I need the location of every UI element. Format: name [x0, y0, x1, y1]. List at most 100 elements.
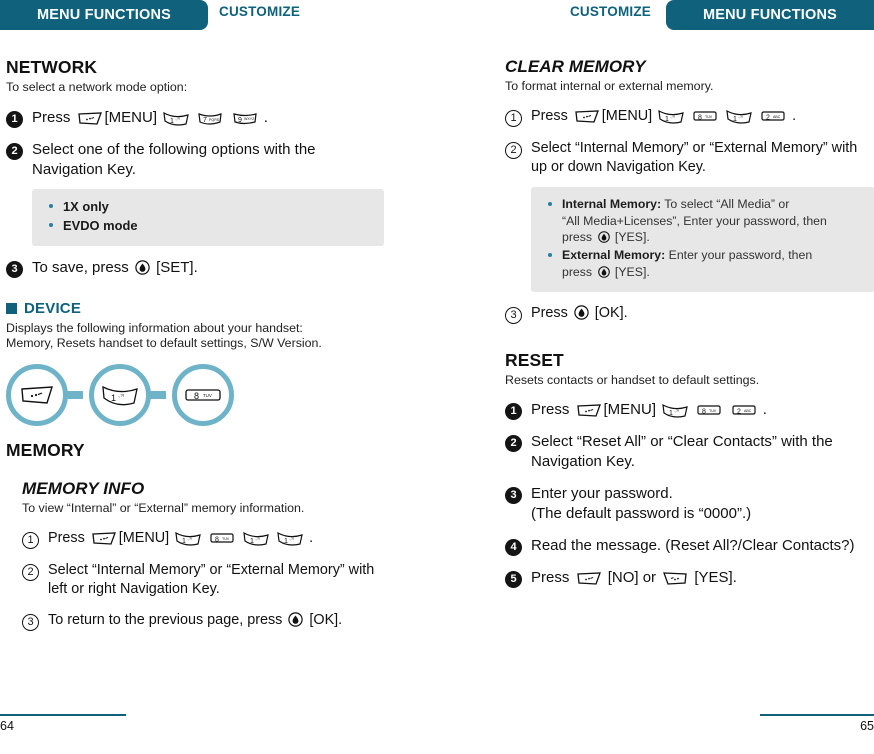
svg-text:2: 2	[766, 114, 770, 121]
press-label: Press	[48, 530, 85, 547]
ok-key-icon	[288, 612, 304, 627]
menu-key-icon	[19, 385, 55, 405]
step-text: Select “Internal Memory” or “External Me…	[531, 139, 858, 175]
key-1-icon: 1.,?!	[101, 384, 139, 406]
section-clear-memory: CLEAR MEMORY To format internal or exter…	[505, 57, 874, 324]
svg-text:.,?!: .,?!	[738, 115, 743, 119]
diagram-circle-menu	[6, 364, 68, 427]
menu-label: [MENU]	[603, 401, 657, 419]
svg-text:.,?!: .,?!	[187, 537, 192, 541]
step-number: 3	[6, 260, 23, 278]
press-label: Press	[531, 401, 570, 419]
reset-step-5: 5 Press [NO] or [YES].	[505, 568, 874, 588]
press-label: Press	[531, 107, 568, 124]
page-number: 65	[860, 718, 874, 733]
section-memory-info: MEMORY INFO To view “Internal” or “Exter…	[22, 479, 406, 632]
svg-text:PQRS: PQRS	[209, 118, 220, 122]
return-label: To return to the previous page, press	[48, 612, 283, 629]
svg-text:8: 8	[702, 409, 706, 416]
key-1-icon: 1.,?!	[277, 531, 303, 546]
press-label: Press	[32, 108, 71, 126]
step-text: Select “Internal Memory” or “External Me…	[48, 562, 375, 598]
step-line-1: Enter your password.	[531, 484, 673, 502]
clear-memory-step-2: 2 Select “Internal Memory” or “External …	[505, 139, 874, 177]
key-2-icon: 2 ABC	[760, 109, 786, 124]
note-item-internal: Internal Memory: To select “All Media” o…	[545, 196, 863, 246]
note-press-label: press	[562, 264, 593, 279]
reset-desc: Resets contacts or handset to default se…	[505, 372, 760, 387]
key-1-icon: 1.,?!	[175, 531, 201, 546]
reset-step-3: 3 Enter your password. (The default pass…	[505, 484, 874, 524]
clear-memory-note: Internal Memory: To select “All Media” o…	[531, 186, 874, 292]
reset-step-2: 2 Select “Reset All” or “Clear Contacts”…	[505, 432, 874, 472]
ok-key-icon	[597, 231, 610, 244]
menu-label: [MENU]	[104, 108, 158, 126]
svg-text:.,?!: .,?!	[670, 115, 675, 119]
svg-text:9: 9	[238, 117, 242, 124]
note-label: Internal Memory:	[562, 196, 662, 211]
section-network: NETWORK To select a network mode option:…	[6, 57, 406, 278]
svg-text:2: 2	[737, 409, 741, 416]
svg-text:1: 1	[250, 538, 254, 545]
ok-key-icon	[574, 304, 589, 320]
svg-text:1: 1	[111, 393, 116, 403]
footer-right: 65	[760, 714, 874, 736]
yes-label: [YES].	[694, 568, 737, 586]
memory-info-step-3: 3 To return to the previous page, press …	[22, 611, 406, 632]
step-text: Read the message. (Reset All?/Clear Cont…	[531, 536, 855, 554]
step-number: 2	[22, 564, 39, 582]
note-line-1: Enter your password, then	[668, 248, 813, 263]
svg-text:1: 1	[733, 116, 737, 123]
right-softkey-icon	[662, 571, 688, 586]
svg-text:8: 8	[194, 391, 199, 401]
network-step-2: 2 Select one of the following options wi…	[6, 140, 406, 180]
svg-text:1: 1	[665, 116, 669, 123]
step-end-punct: .	[792, 107, 797, 124]
note-press-label: press	[562, 230, 593, 245]
footer-rule	[760, 714, 874, 716]
menu-key-icon	[77, 111, 103, 126]
step-number: 4	[505, 538, 522, 556]
step-number: 2	[505, 435, 522, 453]
svg-text:.,?!: .,?!	[175, 117, 180, 121]
svg-text:TUV: TUV	[222, 537, 230, 541]
svg-text:.,?!: .,?!	[289, 537, 294, 541]
svg-text:1: 1	[669, 410, 673, 417]
clear-memory-step-3: 3 Press [OK].	[505, 304, 874, 324]
clear-memory-title: CLEAR MEMORY	[505, 57, 646, 76]
key-8-icon: 8 TUV	[184, 387, 222, 403]
yes-label: [YES].	[614, 230, 650, 245]
step-number: 5	[505, 570, 522, 588]
press-label: Press	[531, 304, 568, 321]
reset-step-4: 4 Read the message. (Reset All?/Clear Co…	[505, 536, 874, 556]
section-device: DEVICE Displays the following informatio…	[6, 300, 406, 433]
clear-memory-step-1: 1 Press [MENU] 1.,?! 8 TUV 1.,?! 2 ABC .	[505, 107, 874, 127]
right-page: CLEAR MEMORY To format internal or exter…	[437, 0, 874, 754]
step-text: Press [NO] or [YES].	[531, 568, 737, 588]
yes-label: [YES].	[614, 264, 650, 279]
step-text: Enter your password. (The default passwo…	[531, 484, 751, 524]
network-step-1: 1 Press [MENU] 1.,?! 7 PQRS 9 WXYZ .	[6, 108, 406, 128]
svg-text:TUV: TUV	[709, 409, 717, 413]
svg-text:.,?!: .,?!	[674, 409, 679, 413]
key-8-icon: 8 TUV	[209, 531, 235, 546]
svg-text:TUV: TUV	[705, 115, 713, 119]
svg-text:8: 8	[215, 537, 219, 544]
key-9-icon: 9 WXYZ	[232, 111, 258, 126]
key-8-icon: 8 TUV	[692, 109, 718, 124]
step-number: 1	[505, 109, 522, 127]
step-end-punct: .	[309, 530, 314, 547]
memory-info-step-2: 2 Select “Internal Memory” or “External …	[22, 561, 406, 599]
left-softkey-icon	[576, 571, 602, 586]
svg-text:ABC: ABC	[773, 115, 781, 119]
no-label: [NO] or	[607, 568, 657, 586]
menu-key-icon	[574, 109, 600, 124]
step-text: Press [OK].	[531, 304, 628, 323]
network-desc: To select a network mode option:	[6, 80, 188, 94]
memory-info-title: MEMORY INFO	[22, 479, 145, 499]
step-text: To return to the previous page, press [O…	[48, 611, 342, 630]
svg-text:WXYZ: WXYZ	[244, 117, 255, 121]
step-number: 1	[22, 532, 39, 550]
step-number: 3	[505, 306, 522, 324]
key-7-icon: 7 PQRS	[197, 111, 223, 126]
